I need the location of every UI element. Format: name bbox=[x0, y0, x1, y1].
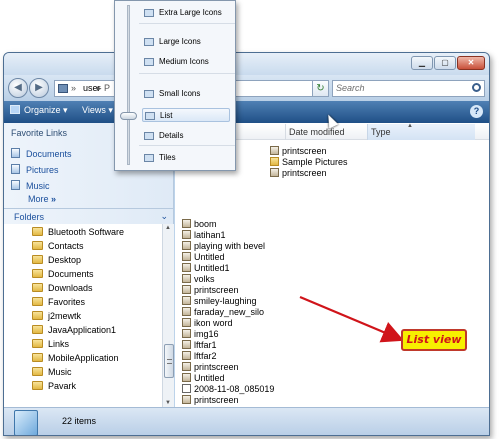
annotation-arrow bbox=[299, 295, 405, 343]
annotation-label: List view bbox=[401, 329, 467, 351]
